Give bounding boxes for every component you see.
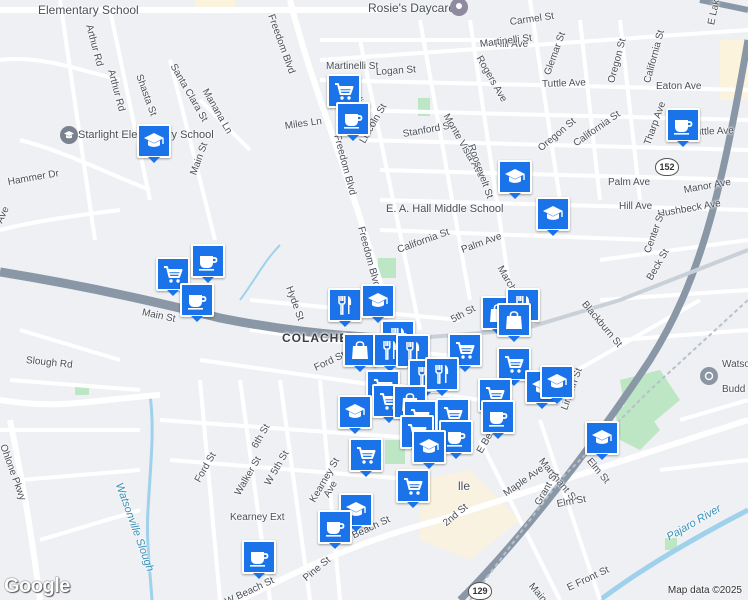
school-poi-icon [60,126,78,144]
map-label: Budd [722,384,746,395]
map-marker-coffee[interactable] [666,108,700,147]
google-logo[interactable]: Google [4,575,70,598]
map-marker-coffee[interactable] [318,510,352,549]
coffee-cup-icon [323,515,347,539]
map-label: Tuttle Ave [541,77,587,90]
coffee-cup-icon [185,288,209,312]
building-poi-icon [700,367,718,385]
school-cap-icon [503,165,527,189]
map-marker-school[interactable] [540,365,574,404]
map-label: Rosie's Daycare [368,1,455,15]
map-marker-bag[interactable] [497,303,531,342]
shopping-cart-icon [332,79,356,103]
map-label: Hill Ave [619,201,653,212]
school-cap-icon [590,426,614,450]
map-marker-coffee[interactable] [242,540,276,579]
map-marker-school[interactable] [412,430,446,469]
shopping-cart-icon [502,352,526,376]
coffee-cup-icon [341,107,365,131]
map-marker-coffee[interactable] [191,244,225,283]
map-label: Palm Ave [608,177,651,188]
coffee-cup-icon [247,545,271,569]
map-marker-coffee[interactable] [180,283,214,322]
map-label: E. A. Hall Middle School [386,203,504,215]
shopping-cart-icon [354,443,378,467]
school-cap-icon [541,202,565,226]
school-cap-icon [545,370,569,394]
map-marker-school[interactable] [338,395,372,434]
coffee-cup-icon [486,405,510,429]
map-marker-cart[interactable] [396,469,430,508]
map-label: Watso [722,359,748,370]
map-label: COLACHE [282,331,349,345]
map-label: Martinelli St [326,61,379,72]
map-marker-cart[interactable] [349,438,383,477]
map-marker-bag[interactable] [343,333,377,372]
map-marker-coffee[interactable] [336,102,370,141]
map-marker-school[interactable] [585,421,619,460]
map-marker-food[interactable] [425,357,459,396]
map-marker-school[interactable] [498,160,532,199]
shopping-bag-icon [502,308,526,332]
highway-shield-129: 129 [468,582,492,600]
map-label: Eaton Ave [656,81,702,92]
map-attribution[interactable]: Map data ©2025 [668,585,742,596]
map-marker-food[interactable] [328,288,362,327]
shopping-cart-icon [401,474,425,498]
school-cap-icon [417,435,441,459]
school-cap-icon [343,400,367,424]
school-cap-icon [142,129,166,153]
coffee-cup-icon [671,113,695,137]
map-label: Kearney Ext [230,512,285,523]
coffee-cup-icon [444,425,468,449]
map-label: Elementary School [38,3,139,17]
map-marker-school[interactable] [137,124,171,163]
coffee-cup-icon [196,249,220,273]
highway-shield-152: 152 [655,158,679,176]
map-marker-coffee[interactable] [481,400,515,439]
school-cap-icon [366,289,390,313]
map-marker-school[interactable] [536,197,570,236]
shopping-bag-icon [348,338,372,362]
map-label: lle [458,479,471,493]
fork-knife-icon [333,293,357,317]
map-canvas[interactable]: Elementary School Rosie's Daycare Carmel S… [0,0,748,600]
map-marker-school[interactable] [361,284,395,323]
fork-knife-icon [430,362,454,386]
